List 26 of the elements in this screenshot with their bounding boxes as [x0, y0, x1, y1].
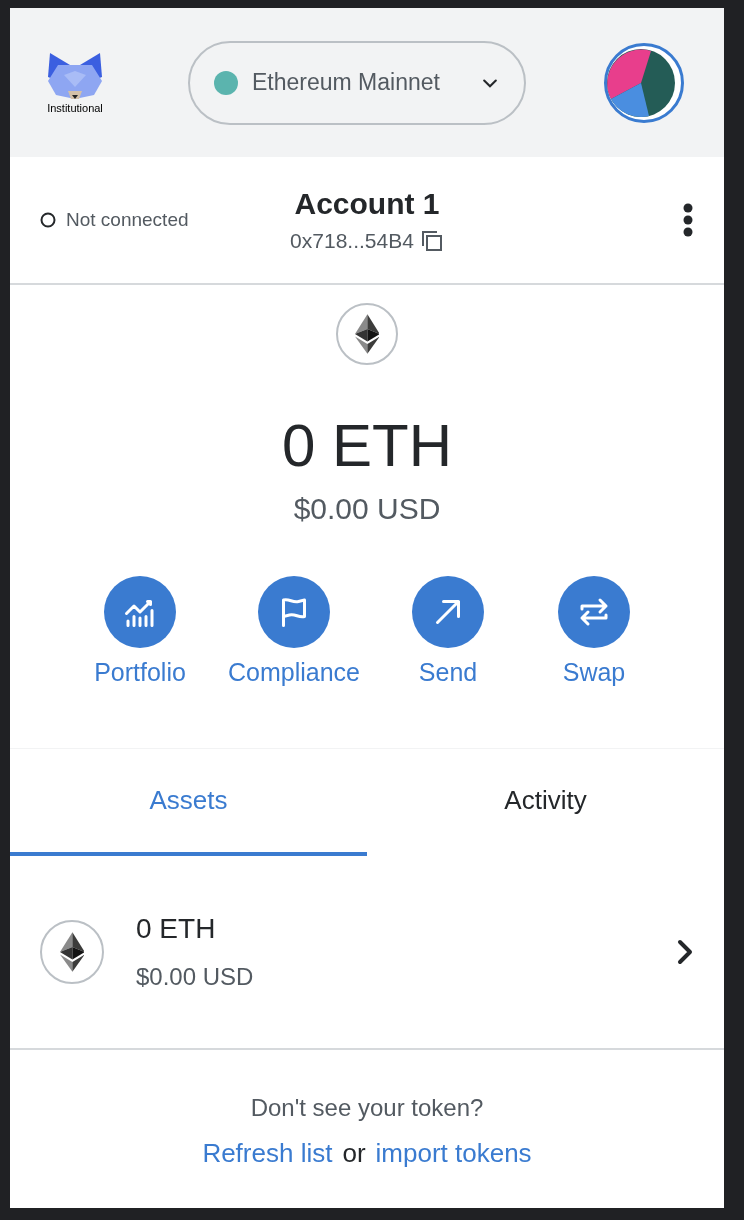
- asset-row[interactable]: 0 ETH $0.00 USD: [10, 856, 724, 1050]
- copy-icon[interactable]: [419, 229, 444, 253]
- action-button[interactable]: Send: [390, 576, 506, 687]
- joiner-text: or: [342, 1138, 366, 1169]
- refresh-list-link[interactable]: Refresh list: [202, 1138, 333, 1169]
- action-button[interactable]: Portfolio: [82, 576, 198, 687]
- logo-caption: Institutional: [47, 102, 103, 114]
- status-circle-icon: [40, 212, 56, 228]
- asset-amount: 0 ETH: [136, 913, 217, 945]
- token-question: Don't see your token?: [250, 1094, 484, 1122]
- account-address: 0x718...54B4: [290, 229, 414, 253]
- ethereum-icon: [354, 314, 380, 354]
- asset-fiat: $0.00 USD: [136, 963, 255, 991]
- balance-amount: 0 ETH: [281, 411, 452, 480]
- network-status-dot: [214, 70, 238, 95]
- balance-fiat: $0.00 USD: [293, 492, 441, 526]
- ethereum-icon: [59, 932, 85, 972]
- action-button[interactable]: Compliance: [228, 576, 360, 687]
- chevron-right-icon: [676, 938, 694, 966]
- connection-status: Not connected: [66, 209, 189, 231]
- more-options-icon[interactable]: [682, 203, 694, 237]
- action-button[interactable]: Swap: [536, 576, 652, 687]
- account-name: Account 1: [294, 187, 440, 221]
- network-selector[interactable]: Ethereum Mainnet: [188, 40, 526, 125]
- import-tokens-link[interactable]: import tokens: [375, 1138, 532, 1169]
- fox-logo-icon: [46, 51, 104, 101]
